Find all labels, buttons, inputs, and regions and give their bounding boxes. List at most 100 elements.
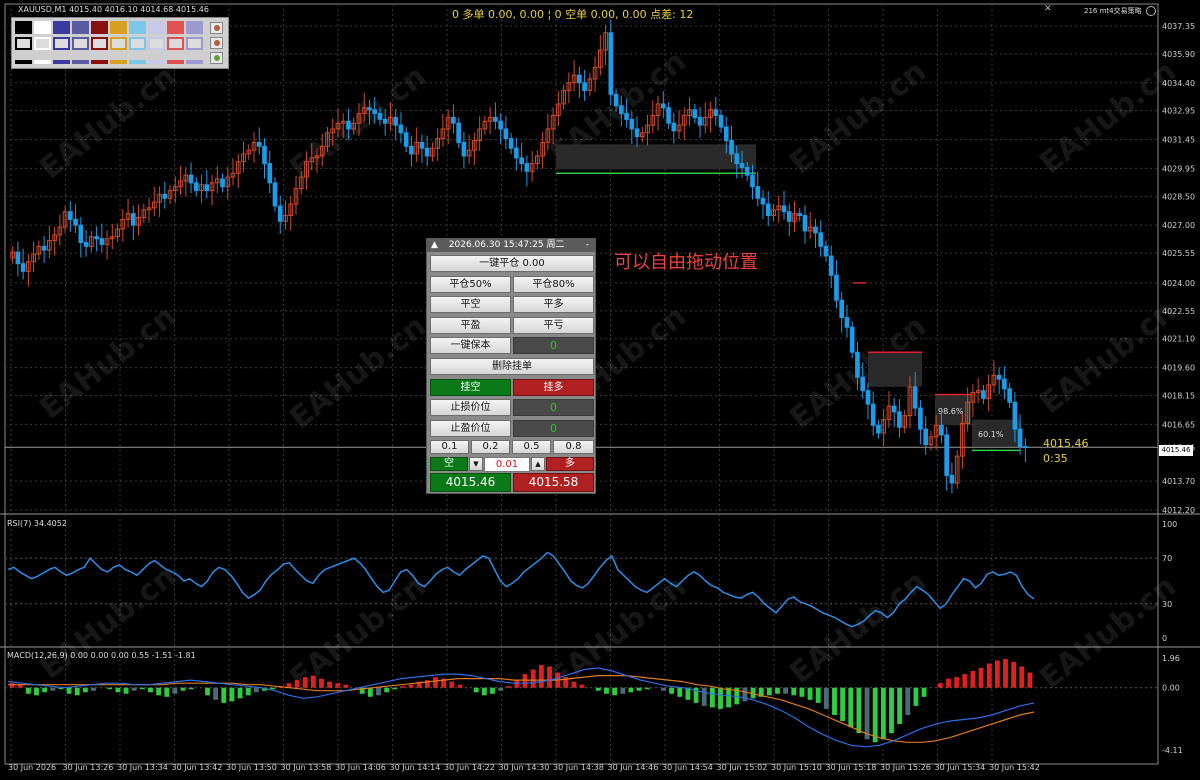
color-swatch[interactable] <box>167 60 184 64</box>
pending-short-button[interactable]: 挂空 <box>430 379 511 396</box>
candle <box>451 104 456 134</box>
candle <box>834 260 839 309</box>
time-tick-label: 30 Jun 15:10 <box>771 763 822 772</box>
buy-price-button[interactable]: 4015.58 <box>513 473 594 492</box>
lot-preset-button[interactable]: 0.1 <box>430 440 469 454</box>
candle <box>41 235 47 263</box>
color-swatch[interactable] <box>34 21 51 34</box>
candle <box>503 116 509 149</box>
picker-option-icon[interactable] <box>210 52 223 64</box>
color-swatch[interactable] <box>91 37 108 50</box>
sell-price-button[interactable]: 4015.46 <box>430 473 511 492</box>
close-50-button[interactable]: 平仓50% <box>430 276 511 293</box>
take-profit-input[interactable]: 0 <box>513 420 594 437</box>
price-axis-marker: 4015.46 <box>1159 445 1193 456</box>
color-swatch[interactable] <box>53 60 70 64</box>
color-swatch[interactable] <box>110 37 127 50</box>
color-swatch[interactable] <box>167 21 184 34</box>
color-swatch[interactable] <box>15 21 32 34</box>
candle-body <box>660 103 666 109</box>
candle <box>760 190 766 220</box>
chart-window[interactable]: EAHub.cn EAHub.cn EAHub.cn EAHub.cn EAHub.cn… <box>0 0 1200 776</box>
lot-preset-button[interactable]: 0.2 <box>471 440 510 454</box>
candle <box>634 116 640 148</box>
color-swatch[interactable] <box>129 37 146 50</box>
color-swatch[interactable] <box>34 37 51 50</box>
color-swatch[interactable] <box>129 21 146 34</box>
candle <box>403 127 409 153</box>
candle <box>603 24 608 66</box>
price-tick-label: 4019.60 <box>1162 364 1195 373</box>
trade-panel[interactable]: ▲ 2026.06.30 15:47:25 周二 - 一键平仓 0.00 平仓5… <box>426 238 596 494</box>
color-picker-panel[interactable] <box>11 17 229 69</box>
picker-option-icon[interactable] <box>210 37 223 49</box>
close-long-button[interactable]: 平多 <box>513 296 594 313</box>
candle <box>508 132 514 154</box>
color-swatch[interactable] <box>186 60 203 64</box>
color-swatch[interactable] <box>91 21 108 34</box>
candle <box>876 419 881 439</box>
color-swatch[interactable] <box>148 37 165 50</box>
color-swatch[interactable] <box>110 60 127 64</box>
color-swatch[interactable] <box>186 21 203 34</box>
color-swatch[interactable] <box>148 60 165 64</box>
candle-body <box>797 213 803 217</box>
color-swatch[interactable] <box>110 21 127 34</box>
candle-body <box>729 140 734 155</box>
lot-size-input[interactable]: 0.01 <box>484 457 530 472</box>
candle-body <box>220 178 225 188</box>
candle-body <box>634 128 640 138</box>
color-swatch[interactable] <box>53 21 70 34</box>
candle <box>214 166 220 194</box>
color-swatch[interactable] <box>129 60 146 64</box>
color-swatch[interactable] <box>72 21 89 34</box>
color-swatch[interactable] <box>34 60 51 64</box>
candle <box>262 138 267 179</box>
lot-decrease-icon[interactable]: ▼ <box>469 457 483 471</box>
close-icon[interactable]: ✕ <box>1044 4 1052 14</box>
lot-preset-button[interactable]: 0.8 <box>553 440 594 454</box>
price-tick-label: 4018.15 <box>1162 391 1195 400</box>
price-tick-label: 4027.00 <box>1162 221 1195 230</box>
close-profit-button[interactable]: 平盈 <box>430 317 511 334</box>
candle-body <box>891 405 897 413</box>
color-swatch[interactable] <box>15 60 32 64</box>
watermark-text: EAHub.cn <box>33 559 182 686</box>
candle <box>687 97 692 126</box>
color-swatch[interactable] <box>186 37 203 50</box>
pending-long-button[interactable]: 挂多 <box>513 379 594 396</box>
sell-button[interactable]: 空 <box>430 457 468 471</box>
candle-body <box>618 105 624 115</box>
stop-loss-input[interactable]: 0 <box>513 399 594 416</box>
collapse-icon[interactable]: ▲ <box>431 240 438 250</box>
candle-body <box>20 263 26 272</box>
color-swatch[interactable] <box>72 60 89 64</box>
color-swatch[interactable] <box>91 60 108 64</box>
lot-increase-icon[interactable]: ▲ <box>531 457 545 471</box>
candle <box>146 197 152 223</box>
breakeven-button[interactable]: 一键保本 <box>430 337 511 354</box>
minimize-icon[interactable] <box>1146 6 1156 16</box>
color-swatch[interactable] <box>15 37 32 50</box>
candle <box>902 409 908 434</box>
close-short-button[interactable]: 平空 <box>430 296 511 313</box>
color-swatch[interactable] <box>72 37 89 50</box>
buy-button[interactable]: 多 <box>546 457 594 471</box>
lot-preset-button[interactable]: 0.5 <box>512 440 551 454</box>
minimize-panel-icon[interactable]: - <box>586 239 589 252</box>
breakeven-value[interactable]: 0 <box>513 337 594 354</box>
picker-option-icon[interactable] <box>210 22 223 34</box>
candle <box>813 219 818 248</box>
price-tick-label: 4029.95 <box>1162 164 1195 173</box>
color-swatch[interactable] <box>167 37 184 50</box>
candle <box>88 230 94 253</box>
candle-body <box>981 390 986 399</box>
panel-titlebar[interactable]: ▲ 2026.06.30 15:47:25 周二 - <box>427 239 595 252</box>
color-swatch[interactable] <box>148 21 165 34</box>
color-swatch[interactable] <box>53 37 70 50</box>
candle-body <box>755 186 761 199</box>
delete-pending-button[interactable]: 删除挂单 <box>430 358 594 375</box>
close-all-button[interactable]: 一键平仓 0.00 <box>430 255 594 272</box>
close-loss-button[interactable]: 平亏 <box>513 317 594 334</box>
close-80-button[interactable]: 平仓80% <box>513 276 594 293</box>
